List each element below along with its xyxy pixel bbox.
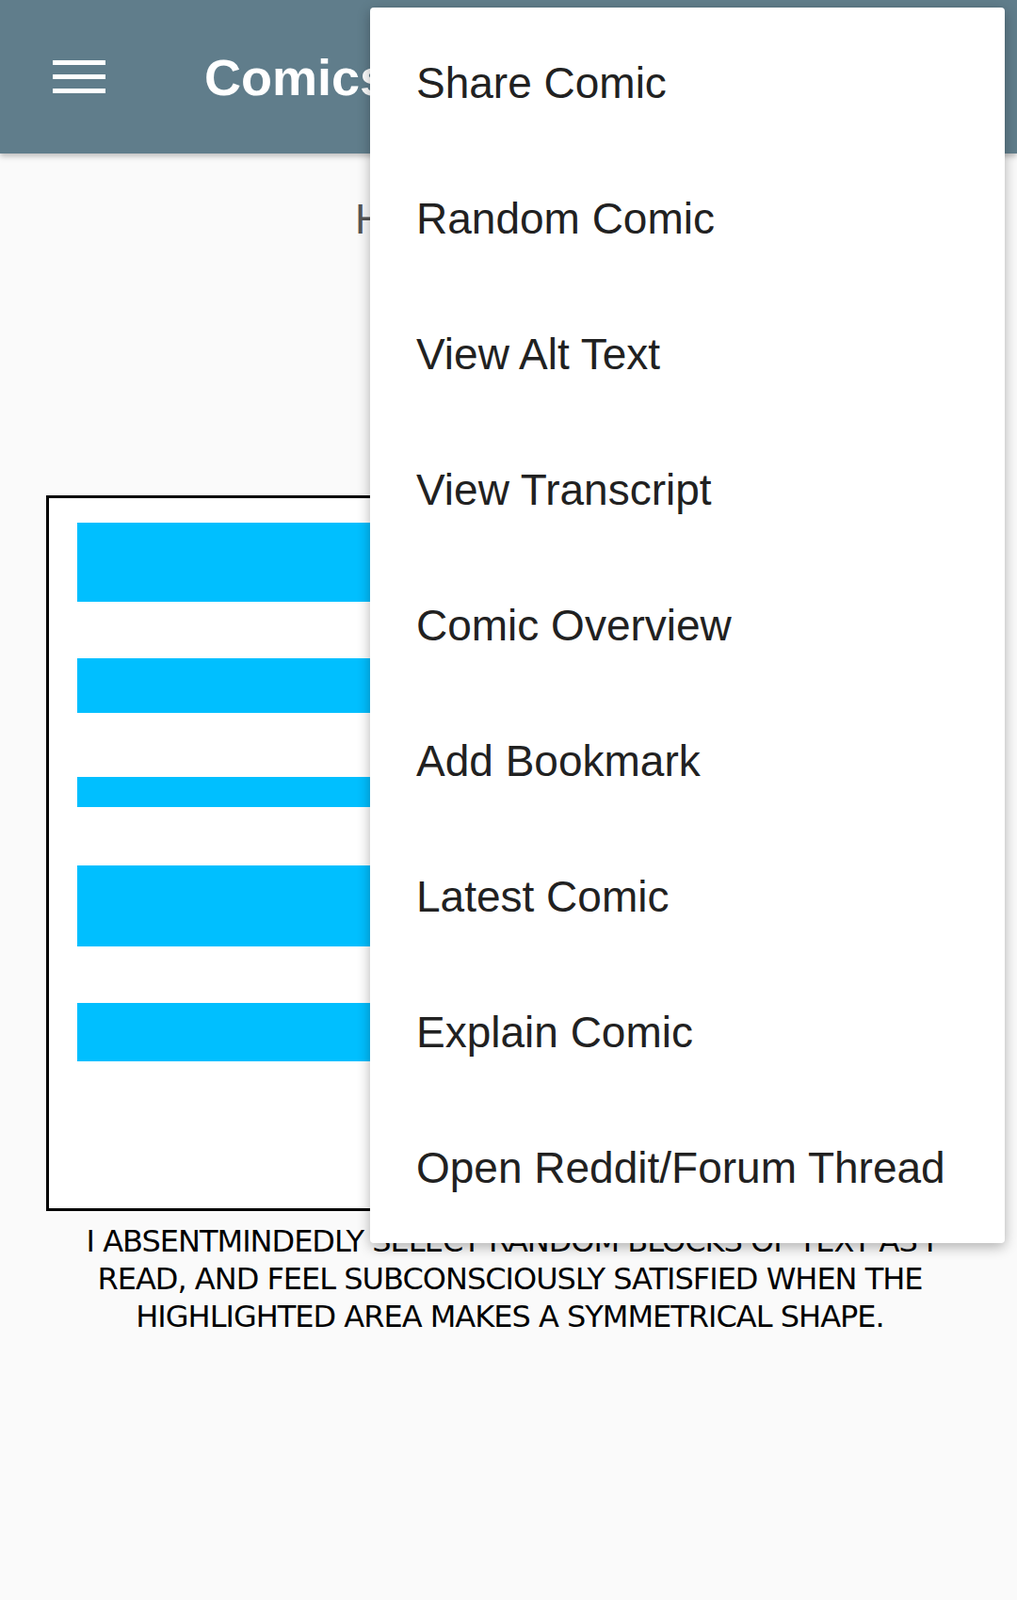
menu-item[interactable]: View Alt Text xyxy=(370,286,1005,422)
app-title: Comics xyxy=(204,48,388,107)
menu-item[interactable]: Comic Overview xyxy=(370,557,1005,694)
overflow-menu: Share ComicRandom ComicView Alt TextView… xyxy=(370,7,1005,1243)
menu-item[interactable]: Share Comic xyxy=(370,15,1005,151)
menu-item[interactable]: Random Comic xyxy=(370,150,1005,287)
menu-item[interactable]: Open Reddit/Forum Thread xyxy=(370,1099,1005,1236)
menu-item[interactable]: View Transcript xyxy=(370,421,1005,558)
screen: ComicsHI ABSENTMINDEDLY SELECT RANDOM BL… xyxy=(0,0,1017,1600)
menu-item[interactable]: Latest Comic xyxy=(370,828,1005,965)
hamburger-menu-icon[interactable] xyxy=(52,58,106,97)
menu-item[interactable]: Add Bookmark xyxy=(370,693,1005,829)
menu-item[interactable]: Explain Comic xyxy=(370,964,1005,1100)
